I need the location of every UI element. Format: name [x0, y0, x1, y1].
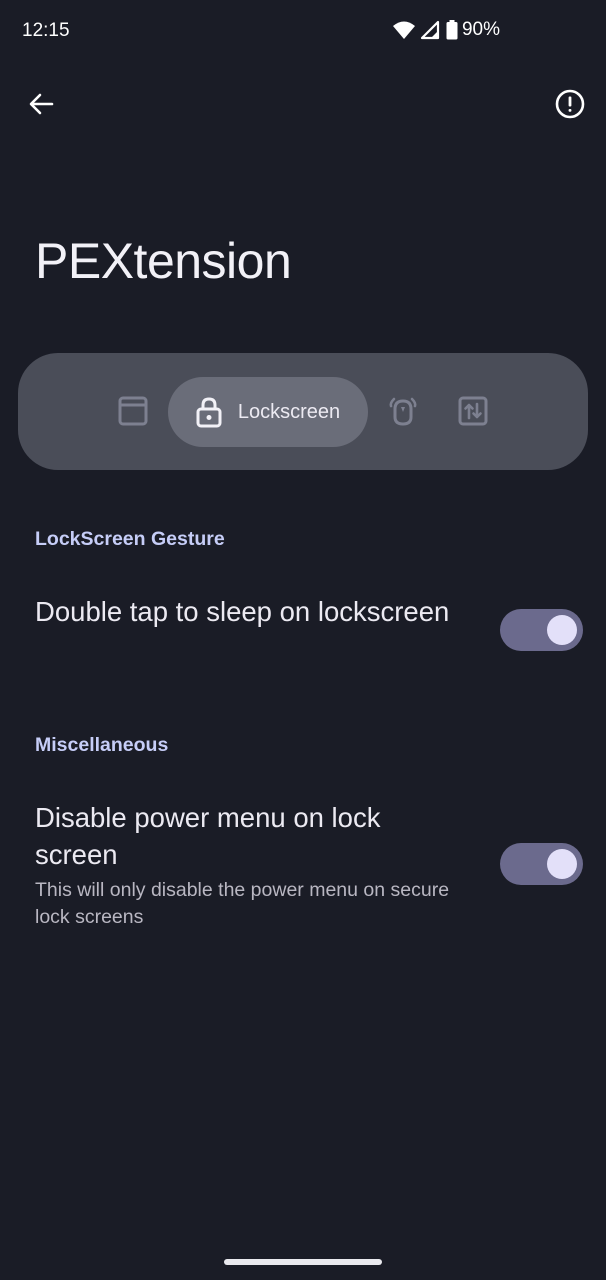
window-icon [118, 396, 148, 426]
dnd-bell-icon [389, 397, 417, 426]
nav-item-label: Lockscreen [237, 400, 341, 423]
switch-thumb [547, 849, 577, 879]
battery-icon [446, 20, 458, 40]
home-gesture-handle[interactable] [224, 1259, 382, 1265]
sort-arrows-icon [458, 396, 488, 426]
pref-summary: This will only disable the power menu on… [35, 879, 450, 928]
nav-item-dnd[interactable] [382, 390, 424, 432]
status-time: 12:15 [22, 20, 70, 41]
arrow-back-icon [29, 93, 54, 115]
section-header-lockscreen-gesture: LockScreen Gesture [35, 528, 225, 550]
pref-title: Disable power menu on lock screen [35, 802, 381, 870]
section-header-miscellaneous: Miscellaneous [35, 734, 169, 756]
screen: 12:15 90% PEXtension Lockscreen LockScre… [0, 0, 606, 1280]
status-icons: 90% [392, 19, 500, 41]
cell-signal-icon [420, 20, 440, 40]
pref-title: Double tap to sleep on lockscreen [35, 596, 450, 627]
nav-item-lockscreen[interactable]: Lockscreen [168, 377, 368, 447]
disable-power-menu-switch[interactable] [500, 843, 583, 885]
info-icon [555, 89, 585, 119]
status-bar: 12:15 90% [0, 0, 606, 62]
lock-icon [196, 397, 222, 428]
wifi-icon [392, 20, 416, 40]
nav-item-sort[interactable] [452, 390, 494, 432]
section-nav-bar: Lockscreen [18, 353, 588, 470]
nav-item-window[interactable] [112, 390, 154, 432]
switch-thumb [547, 615, 577, 645]
battery-percent: 90% [461, 19, 500, 40]
double-tap-sleep-switch[interactable] [500, 609, 583, 651]
page-title: PEXtension [35, 233, 292, 289]
info-button[interactable] [550, 84, 590, 124]
back-button[interactable] [21, 84, 61, 124]
